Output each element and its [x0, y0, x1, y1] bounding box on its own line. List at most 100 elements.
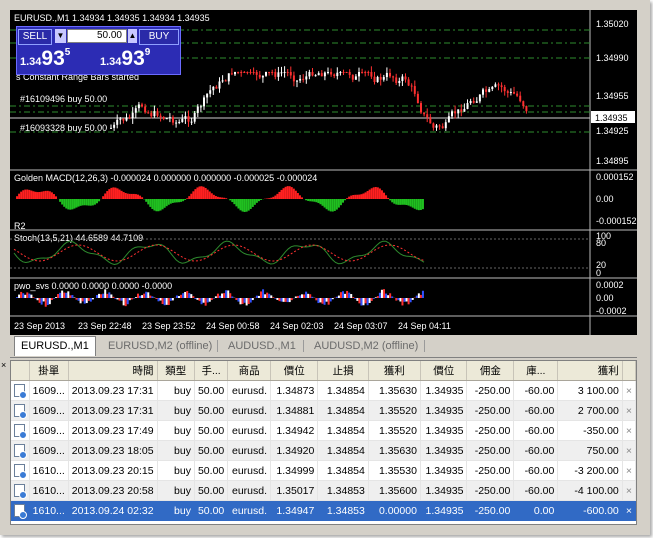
macd-bar	[298, 195, 301, 199]
pwo-bar	[342, 291, 344, 298]
trade-table: 掛單 時間 類型 手... 商品 價位 止損 獲利 價位 佣金 庫... 獲利 …	[10, 360, 637, 525]
pwo-bar	[149, 295, 152, 298]
col-header[interactable]	[11, 361, 30, 381]
col-header-price[interactable]: 價位	[420, 361, 468, 381]
sell-button[interactable]: SELL	[18, 29, 52, 45]
macd-bar	[266, 198, 269, 199]
candle-body	[410, 85, 413, 87]
order-type: buy	[157, 500, 195, 521]
candle-body	[299, 78, 302, 81]
close-icon[interactable]: ×	[1, 360, 6, 370]
swap: -60.00	[513, 460, 559, 481]
macd-bar	[366, 191, 369, 199]
ask-price[interactable]: 1.34939	[100, 47, 150, 71]
pwo-bar	[20, 291, 23, 298]
candle-body	[358, 72, 360, 77]
price-tick: 1.34895	[596, 156, 629, 166]
lots: 50.00	[194, 480, 229, 501]
macd-bar	[280, 189, 283, 199]
open-price: 1.34920	[270, 440, 319, 461]
col-header[interactable]	[622, 361, 636, 381]
price-tick-current: 1.34935	[595, 113, 628, 123]
macd-bar	[163, 199, 166, 208]
close-icon[interactable]: ×	[622, 460, 636, 481]
table-row[interactable]: 1610... 2013.09.23 20:58 buy 50.00 eurusd. 1.…	[11, 480, 636, 501]
order-icon-cell	[11, 460, 30, 481]
macd-bar	[239, 199, 242, 211]
buy-button[interactable]: BUY	[139, 29, 179, 45]
col-header-profit[interactable]: 獲利	[557, 361, 623, 381]
col-header-type[interactable]: 類型	[157, 361, 195, 381]
candle-body	[178, 121, 181, 123]
pwo-bar	[221, 293, 224, 298]
col-header-take-profit[interactable]: 獲利	[368, 361, 421, 381]
col-header-open-price[interactable]: 價位	[270, 361, 319, 381]
tab-eurusd-m1[interactable]: EURUSD.,M1	[14, 336, 96, 356]
candle-body	[184, 116, 187, 119]
macd-bar	[389, 199, 392, 201]
table-row[interactable]: 1609... 2013.09.23 17:49 buy 50.00 eurusd. 1.…	[11, 420, 636, 441]
lot-spin-icon[interactable]: ▲	[128, 29, 137, 43]
close-icon[interactable]: ×	[622, 500, 636, 521]
pwo-bar	[206, 298, 209, 303]
table-scrollbar[interactable]	[637, 360, 649, 525]
macd-bar	[93, 199, 96, 205]
table-row[interactable]: 1610... 2013.09.24 02:32 buy 50.00 eurusd. 1.…	[11, 500, 636, 521]
table-row[interactable]: 1610... 2013.09.23 20:15 buy 50.00 eurusd. 1.…	[11, 460, 636, 481]
pwo-bar	[163, 298, 166, 306]
pwo-label: pwo_svs 0.0000 0.0000 0.0000 -0.0000	[14, 281, 172, 291]
macd-bar	[278, 191, 281, 199]
profit: -600.00	[557, 500, 623, 521]
pwo-bar	[190, 294, 193, 298]
close-icon[interactable]: ×	[622, 420, 636, 441]
bid-price[interactable]: 1.34935	[20, 47, 70, 71]
table-row[interactable]: 1609... 2013.09.23 17:31 buy 50.00 eurusd. 1.…	[11, 380, 636, 401]
macd-bar	[231, 199, 234, 203]
order-icon-cell	[11, 500, 30, 521]
pwo-bar	[40, 298, 43, 305]
col-header-swap[interactable]: 庫...	[513, 361, 559, 381]
lot-size-input[interactable]: 50.00	[67, 29, 127, 43]
pwo-bar	[409, 298, 412, 303]
macd-bar	[67, 199, 70, 210]
col-header-time[interactable]: 時間	[68, 361, 158, 381]
price-chart[interactable]: EURUSD.,M1 1.34934 1.34935 1.34934 1.349…	[10, 10, 637, 335]
pwo-bar	[128, 298, 131, 301]
lot-dropdown-icon[interactable]: ▼	[55, 29, 66, 43]
candle-body	[196, 106, 199, 113]
macd-bar	[344, 199, 347, 201]
close-icon[interactable]: ×	[622, 400, 636, 421]
pwo-bar	[102, 293, 105, 298]
close-icon[interactable]: ×	[622, 480, 636, 501]
macd-bar	[288, 186, 291, 199]
pwo-bar	[219, 295, 221, 298]
pwo-bar	[139, 295, 142, 298]
pwo-bar	[75, 298, 78, 300]
swap: -60.00	[513, 480, 559, 501]
col-header-stop-loss[interactable]: 止損	[317, 361, 369, 381]
order-icon	[14, 504, 28, 519]
table-row[interactable]: 1609... 2013.09.23 17:31 buy 50.00 eurusd. 1.…	[11, 400, 636, 421]
candle-body	[494, 84, 497, 87]
col-header-lots[interactable]: 手...	[194, 361, 229, 381]
tab-eurusd-m2-offline[interactable]: EURUSD,M2 (offline)	[102, 338, 218, 354]
macd-bar	[24, 189, 27, 199]
order-id: 1610...	[29, 500, 69, 521]
macd-bar	[395, 199, 398, 205]
col-header-symbol[interactable]: 商品	[227, 361, 272, 381]
col-header-commission[interactable]: 佣金	[466, 361, 515, 381]
col-header-order[interactable]: 掛單	[29, 361, 69, 381]
pwo-bar	[157, 298, 160, 302]
table-row[interactable]: 1609... 2013.09.23 18:05 buy 50.00 eurusd. 1.…	[11, 440, 636, 461]
open-price: 1.34999	[270, 460, 319, 481]
macd-bar	[122, 192, 125, 199]
macd-bar	[372, 187, 375, 199]
candle-body	[311, 72, 314, 76]
order-id: 1609...	[29, 400, 69, 421]
close-icon[interactable]: ×	[622, 440, 636, 461]
tab-audusd-m2-offline[interactable]: AUDUSD,M2 (offline)	[308, 338, 424, 354]
pwo-bar	[325, 298, 328, 302]
candle-body	[373, 76, 376, 82]
close-icon[interactable]: ×	[622, 380, 636, 401]
tab-audusd-m1[interactable]: AUDUSD.,M1	[222, 338, 302, 354]
